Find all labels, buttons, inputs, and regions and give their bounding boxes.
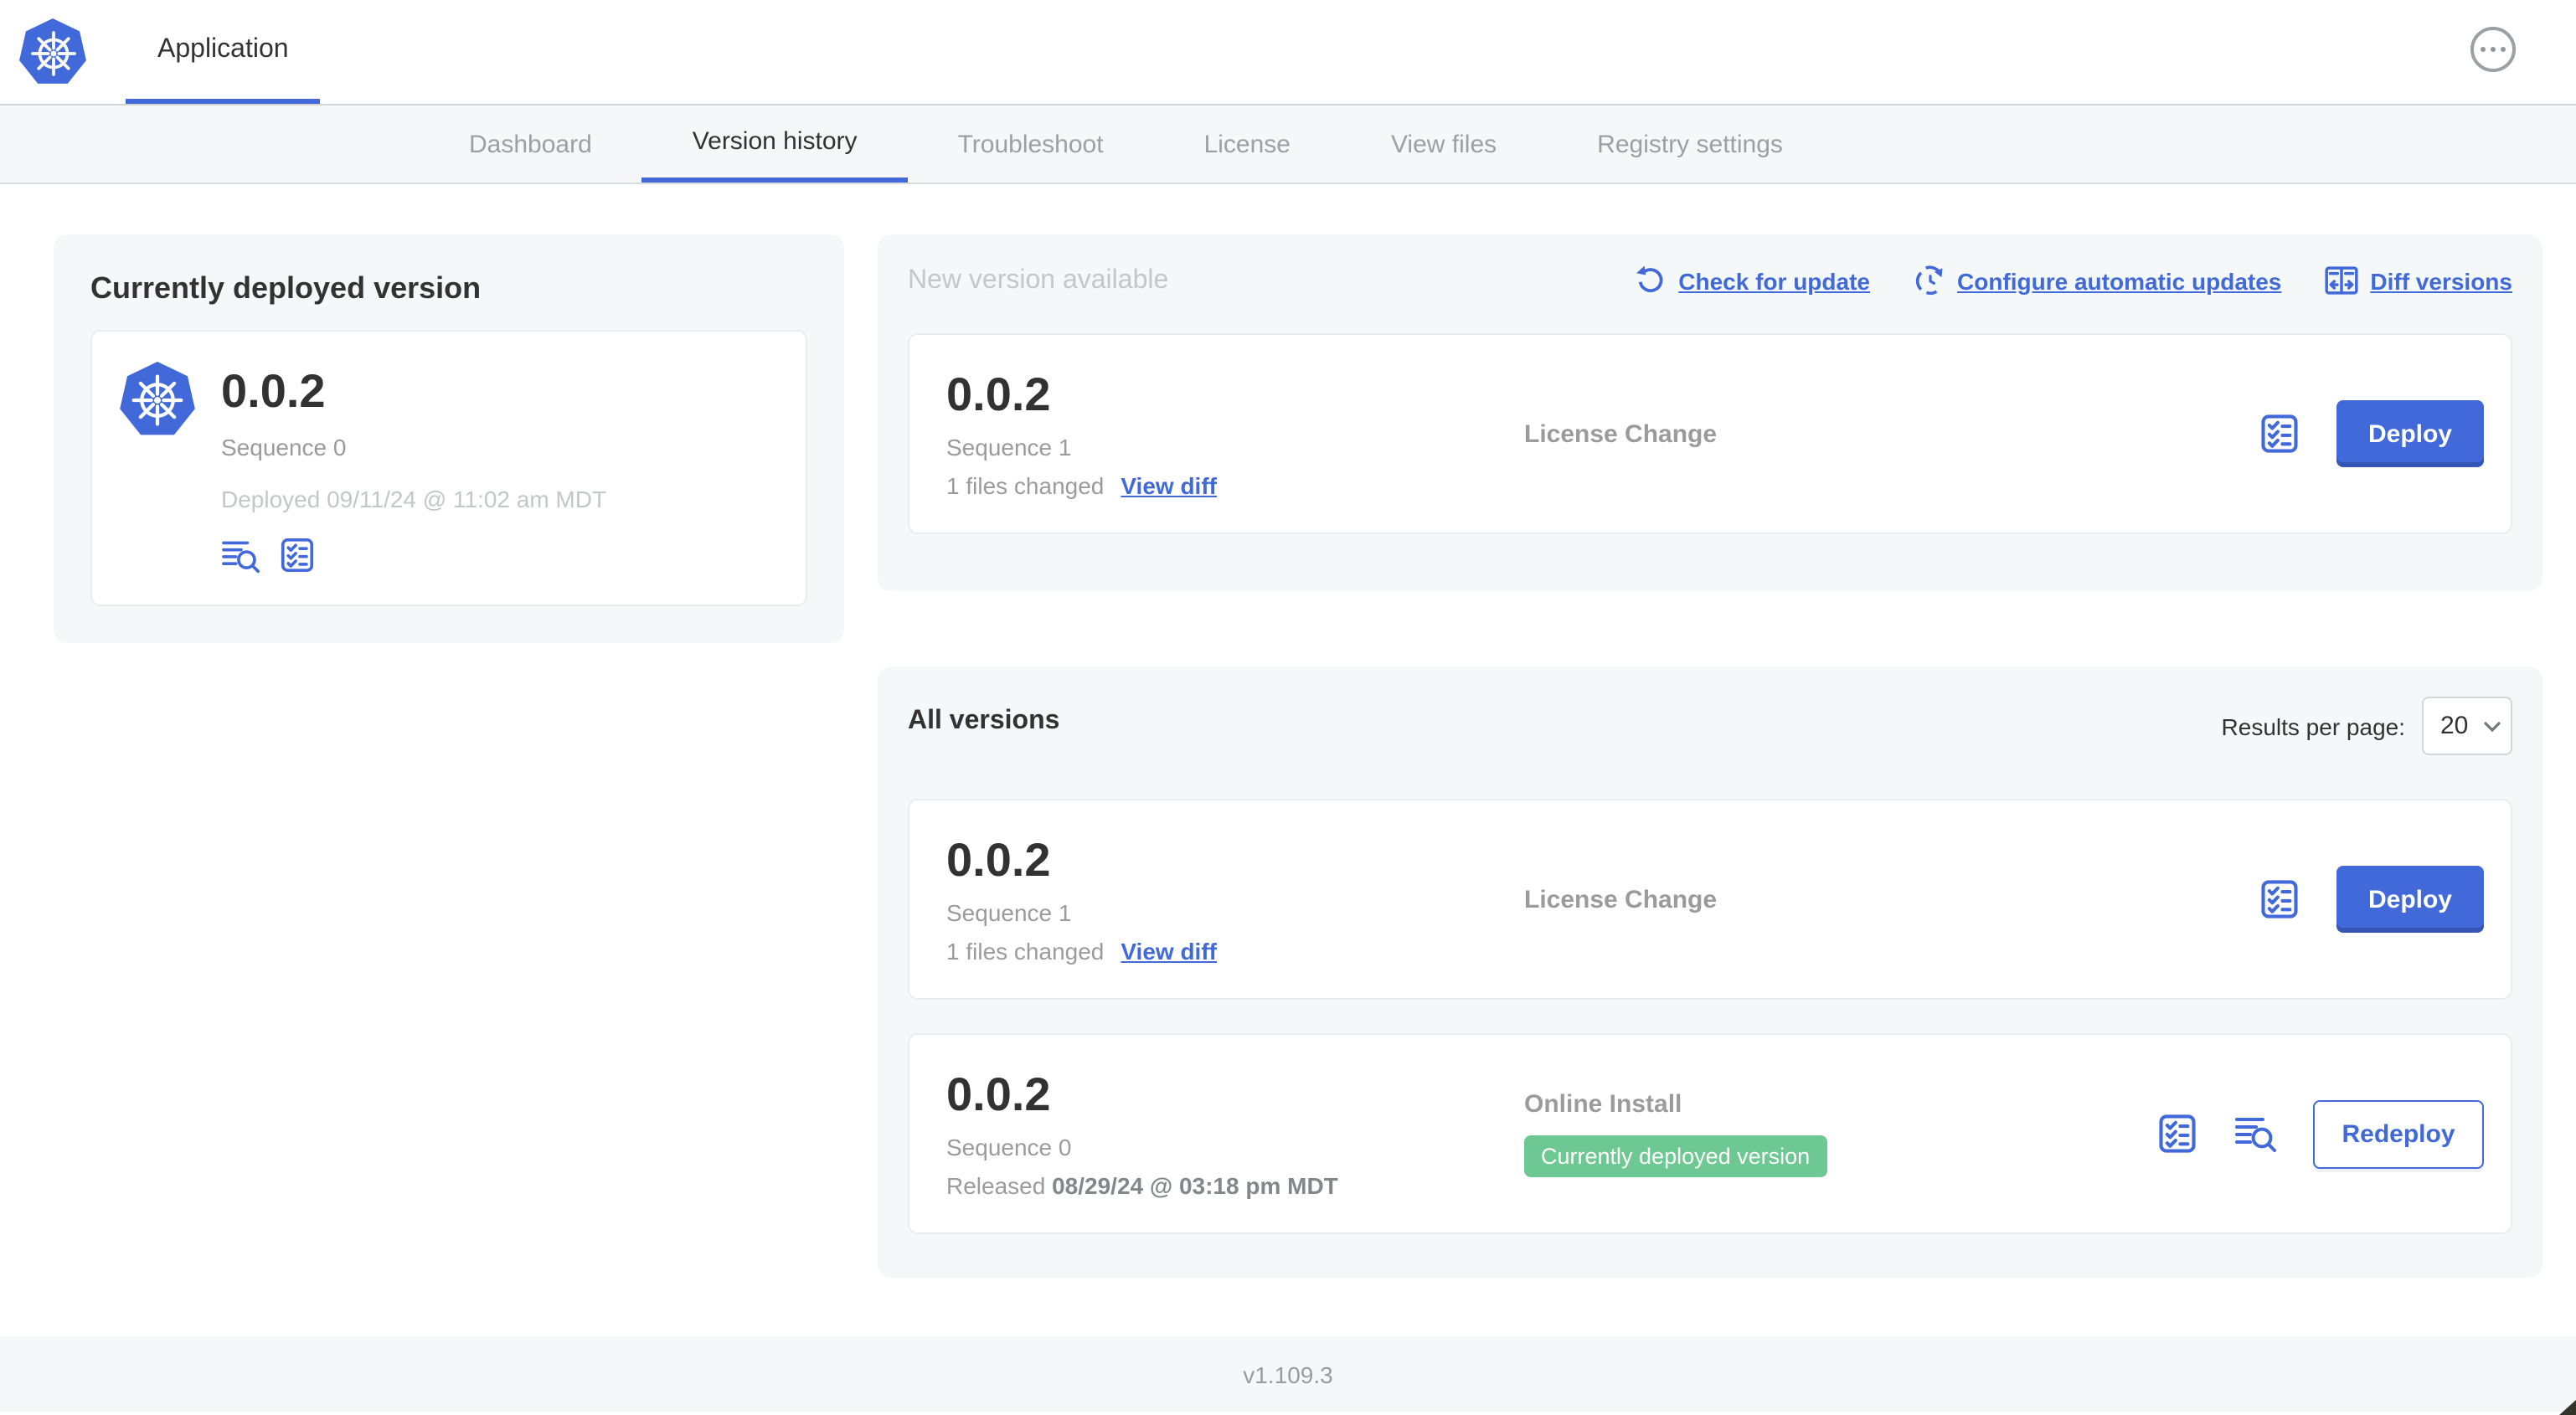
app-tab-label: Application <box>157 34 289 63</box>
deploy-logs-icon[interactable] <box>221 537 261 574</box>
version-source: Online Install <box>1524 1090 1682 1119</box>
preflight-checklist-icon[interactable] <box>2258 412 2301 455</box>
version-source: License Change <box>1524 885 1718 913</box>
files-changed-label: 1 files changed <box>946 938 1105 965</box>
kubernetes-wheel-icon <box>120 362 195 435</box>
preflight-checklist-icon[interactable] <box>2156 1112 2199 1155</box>
view-diff-link[interactable]: View diff <box>1121 938 1217 965</box>
version-number: 0.0.2 <box>946 1068 1051 1120</box>
kubernetes-wheel-icon <box>19 18 86 84</box>
new-version-panel: New version available Check for update C… <box>878 234 2543 591</box>
results-per-page-label: Results per page: <box>2221 713 2405 739</box>
files-changed-label: 1 files changed <box>946 472 1105 500</box>
version-row: 0.0.2 Sequence 1 1 files changed View di… <box>908 799 2512 1000</box>
preflight-checklist-icon[interactable] <box>278 536 317 574</box>
all-versions-panel: All versions Results per page: 20 0.0.2 … <box>878 666 2543 1278</box>
deploy-button[interactable]: Deploy <box>2336 866 2484 933</box>
currently-deployed-panel: Currently deployed version 0.0.2 Sequenc… <box>54 234 844 644</box>
refresh-icon <box>1636 265 1663 293</box>
app-menu-button[interactable] <box>2470 27 2516 72</box>
view-diff-link[interactable]: View diff <box>1121 472 1217 499</box>
deploy-logs-icon[interactable] <box>2234 1114 2278 1154</box>
version-number: 0.0.2 <box>946 833 1051 886</box>
currently-deployed-badge: Currently deployed version <box>1524 1135 1827 1177</box>
tab-license[interactable]: License <box>1154 105 1341 183</box>
tab-view-files[interactable]: View files <box>1341 105 1547 183</box>
check-for-update-link[interactable]: Check for update <box>1635 265 1870 296</box>
preflight-checklist-icon[interactable] <box>2258 877 2301 921</box>
admin-console: Application Dashboard Version history Tr… <box>0 0 2576 1415</box>
deployed-timestamp: Deployed 09/11/24 @ 11:02 am MDT <box>221 486 607 513</box>
released-timestamp: Released 08/29/24 @ 03:18 pm MDT <box>946 1172 1338 1200</box>
all-versions-title: All versions <box>908 707 1060 735</box>
diff-icon <box>2325 266 2358 295</box>
tab-dashboard[interactable]: Dashboard <box>419 105 642 183</box>
configure-automatic-updates-link[interactable]: Configure automatic updates <box>1914 265 2281 296</box>
deployed-version-number: 0.0.2 <box>221 365 326 417</box>
tab-version-history[interactable]: Version history <box>641 105 908 183</box>
deploy-button[interactable]: Deploy <box>2336 400 2484 467</box>
version-sequence: Sequence 1 <box>946 434 1072 461</box>
new-version-card: 0.0.2 Sequence 1 1 files changed View di… <box>908 333 2512 534</box>
main-content: Currently deployed version 0.0.2 Sequenc… <box>0 184 2576 1278</box>
page: Application Dashboard Version history Tr… <box>0 0 2576 1415</box>
version-sequence: Sequence 1 <box>946 899 1072 927</box>
version-source: License Change <box>1524 419 1718 448</box>
app-tab-application[interactable]: Application <box>126 0 321 104</box>
results-per-page-select[interactable]: 20 <box>2422 697 2512 755</box>
version-number: 0.0.2 <box>946 368 1051 420</box>
console-version: v1.109.3 <box>1243 1361 1333 1387</box>
clock-refresh-icon <box>1914 265 1942 296</box>
deployed-sequence: Sequence 0 <box>221 434 347 461</box>
currently-deployed-title: Currently deployed version <box>90 271 482 305</box>
redeploy-button[interactable]: Redeploy <box>2313 1099 2484 1168</box>
right-column: New version available Check for update C… <box>878 234 2543 1278</box>
version-row: 0.0.2 Sequence 0 Released 08/29/24 @ 03:… <box>908 1033 2512 1234</box>
app-footer: v1.109.3 <box>0 1336 2576 1412</box>
version-sequence: Sequence 0 <box>946 1134 1072 1161</box>
currently-deployed-card: 0.0.2 Sequence 0 Deployed 09/11/24 @ 11:… <box>90 330 807 607</box>
tab-registry-settings[interactable]: Registry settings <box>1547 105 1833 183</box>
page-tabs: Dashboard Version history Troubleshoot L… <box>0 105 2576 184</box>
tab-troubleshoot[interactable]: Troubleshoot <box>908 105 1154 183</box>
diff-versions-link[interactable]: Diff versions <box>2325 265 2512 296</box>
ellipsis-icon <box>2480 46 2486 53</box>
app-header: Application <box>0 0 2576 105</box>
new-version-title: New version available <box>908 265 1169 294</box>
